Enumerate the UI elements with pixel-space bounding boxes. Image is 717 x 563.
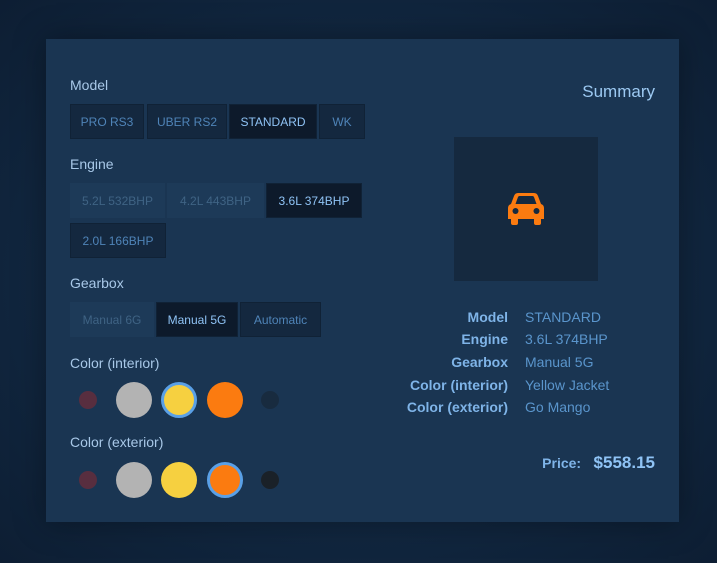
gearbox-option-manual-6g[interactable]: Manual 6G <box>70 302 154 337</box>
color-interior-swatch[interactable] <box>161 382 197 418</box>
summary-value: STANDARD <box>525 309 601 325</box>
color-exterior-swatch[interactable] <box>79 471 97 489</box>
model-title: Model <box>70 77 109 93</box>
car-preview <box>454 137 598 281</box>
summary-row-gearbox: Gearbox Manual 5G <box>376 354 666 376</box>
model-option-standard[interactable]: STANDARD <box>229 104 317 139</box>
color-interior-swatch[interactable] <box>261 391 279 409</box>
engine-option-3-6l[interactable]: 3.6L 374BHP <box>266 183 362 218</box>
color-interior-swatch[interactable] <box>207 382 243 418</box>
summary-value: Yellow Jacket <box>525 377 610 393</box>
price: Price: $558.15 <box>542 453 655 473</box>
color-exterior-swatch[interactable] <box>207 462 243 498</box>
engine-option-2-0l[interactable]: 2.0L 166BHP <box>70 223 166 258</box>
engine-option-5-2l[interactable]: 5.2L 532BHP <box>70 183 165 218</box>
summary-value: Go Mango <box>525 399 591 415</box>
car-icon <box>508 193 544 225</box>
gearbox-option-manual-5g[interactable]: Manual 5G <box>156 302 238 337</box>
summary-label: Color (exterior) <box>406 399 508 415</box>
summary-value: Manual 5G <box>525 354 594 370</box>
color-exterior-swatch[interactable] <box>161 462 197 498</box>
summary-row-color-exterior: Color (exterior) Go Mango <box>376 399 666 421</box>
color-interior-swatch[interactable] <box>116 382 152 418</box>
summary-value: 3.6L 374BHP <box>525 331 608 347</box>
summary-label: Model <box>467 309 508 325</box>
summary-row-color-interior: Color (interior) Yellow Jacket <box>376 377 666 399</box>
summary-row-engine: Engine 3.6L 374BHP <box>376 331 666 353</box>
color-exterior-swatch[interactable] <box>261 471 279 489</box>
summary-title: Summary <box>582 82 655 101</box>
engine-option-4-2l[interactable]: 4.2L 443BHP <box>167 183 264 218</box>
summary-label: Engine <box>461 331 508 347</box>
color-interior-swatch[interactable] <box>79 391 97 409</box>
model-option-pro-rs3[interactable]: PRO RS3 <box>70 104 144 139</box>
summary-label: Gearbox <box>451 354 508 370</box>
price-value: $558.15 <box>593 453 655 472</box>
summary-label: Color (interior) <box>410 377 508 393</box>
configurator-card: Model PRO RS3 UBER RS2 STANDARD WK Engin… <box>46 39 679 522</box>
color-exterior-title: Color (exterior) <box>70 434 164 450</box>
summary-row-model: Model STANDARD <box>376 309 666 331</box>
engine-title: Engine <box>70 156 114 172</box>
color-exterior-swatch[interactable] <box>116 462 152 498</box>
gearbox-option-automatic[interactable]: Automatic <box>240 302 321 337</box>
model-option-wk[interactable]: WK <box>319 104 365 139</box>
color-interior-title: Color (interior) <box>70 355 160 371</box>
model-option-uber-rs2[interactable]: UBER RS2 <box>147 104 227 139</box>
price-label: Price: <box>542 455 582 471</box>
gearbox-title: Gearbox <box>70 275 124 291</box>
